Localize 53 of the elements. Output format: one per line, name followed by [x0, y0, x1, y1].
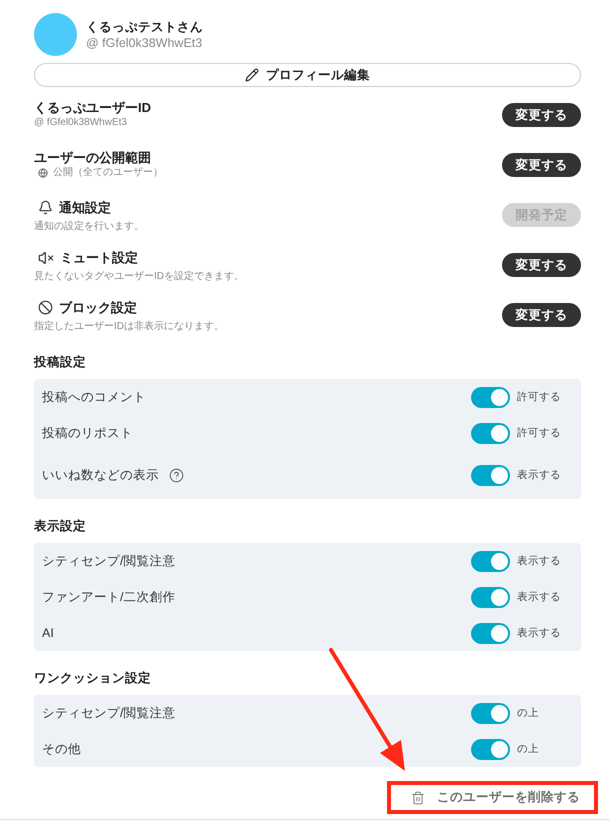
change-button[interactable]: 変更する: [502, 303, 581, 327]
globe-icon: [38, 168, 48, 178]
setting-description: 通知の設定を行います。: [34, 220, 144, 234]
toggle-switch[interactable]: [471, 550, 510, 572]
setting-title: ブロック設定: [59, 300, 137, 316]
help-icon[interactable]: [169, 468, 184, 482]
toggle-switch[interactable]: [471, 738, 510, 760]
setting-label: その他: [42, 741, 81, 757]
change-button[interactable]: 変更する: [502, 103, 581, 127]
setting-label: いいね数などの表示: [42, 467, 159, 483]
avatar: [34, 13, 77, 56]
user-name: くるっぷテストさん: [86, 18, 203, 34]
setting-description: 公開（全てのユーザー）: [53, 166, 163, 180]
toggle-switch[interactable]: [471, 702, 510, 724]
toggle-status: 表示する: [517, 626, 561, 640]
toggle-switch[interactable]: [471, 622, 510, 644]
toggle-switch[interactable]: [471, 422, 510, 444]
user-handle: @ fGfel0k38WhwEt3: [86, 34, 202, 50]
toggle-switch[interactable]: [471, 586, 510, 608]
setting-label: AI: [42, 625, 54, 641]
section-title: ワンクッション設定: [34, 670, 152, 686]
toggle-status: 許可する: [517, 390, 561, 404]
setting-label: 投稿へのコメント: [42, 389, 146, 405]
setting-title: 通知設定: [59, 200, 111, 216]
setting-label: シティセンプ/閲覧注意: [42, 705, 176, 721]
toggle-status: 表示する: [517, 468, 561, 482]
bell-icon: [38, 200, 53, 215]
setting-label: 投稿のリポスト: [42, 425, 133, 441]
section-title: 投稿設定: [34, 354, 87, 370]
setting-description: @ fGfel0k38WhwEt3: [34, 116, 127, 130]
setting-label: シティセンプ/閲覧注意: [42, 553, 176, 569]
section-title: 表示設定: [34, 518, 87, 534]
block-icon: [38, 300, 53, 315]
change-button[interactable]: 変更する: [502, 153, 581, 177]
setting-title: ミュート設定: [60, 250, 138, 266]
mute-icon: [38, 250, 54, 266]
change-button[interactable]: 変更する: [502, 253, 581, 277]
toggle-status: 表示する: [517, 554, 561, 568]
trash-icon: [411, 790, 425, 804]
edit-profile-button[interactable]: プロフィール編集: [34, 63, 581, 87]
setting-description: 見たくないタグやユーザーIDを設定できます。: [34, 270, 244, 284]
setting-title: ユーザーの公開範囲: [34, 150, 151, 166]
toggle-switch[interactable]: [471, 386, 510, 408]
toggle-switch[interactable]: [471, 464, 510, 486]
setting-label: ファンアート/二次創作: [42, 589, 176, 605]
toggle-status: の上: [517, 706, 539, 720]
toggle-status: の上: [517, 742, 539, 756]
toggle-status: 表示する: [517, 590, 561, 604]
delete-user-button[interactable]: このユーザーを削除する: [411, 788, 580, 807]
toggle-status: 許可する: [517, 426, 561, 440]
setting-description: 指定したユーザーIDは非表示になります。: [34, 320, 224, 334]
setting-title: くるっぷユーザーID: [34, 100, 151, 116]
pencil-icon: [245, 68, 259, 82]
